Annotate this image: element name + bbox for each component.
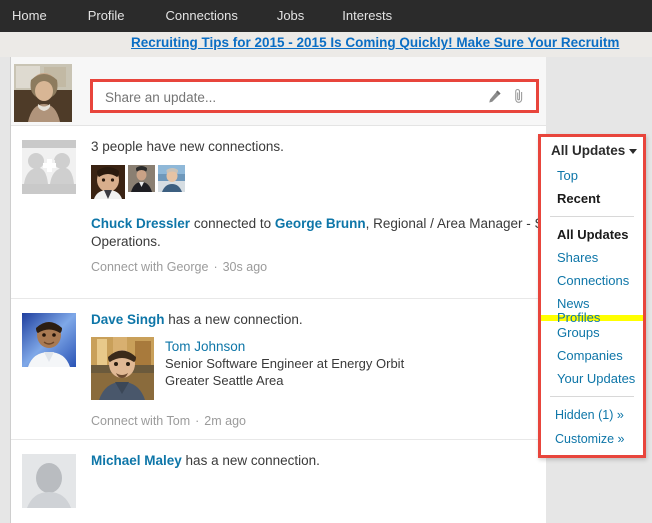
meta-separator-dot: · bbox=[195, 414, 200, 428]
sentence-tail-text: , Regional / Area Manager - Sal bbox=[365, 216, 554, 231]
dropdown-item-profiles[interactable]: Profiles bbox=[541, 311, 643, 324]
dropdown-item-companies[interactable]: Companies bbox=[541, 344, 643, 367]
connected-person-info: Tom Johnson Senior Software Engineer at … bbox=[165, 337, 404, 400]
target-name-link[interactable]: George Brunn bbox=[275, 216, 366, 231]
add-connections-placeholder-icon bbox=[22, 140, 76, 194]
avatar-thumb-1[interactable] bbox=[91, 165, 125, 204]
connection-sentence: Chuck Dressler connected to George Brunn… bbox=[91, 215, 561, 251]
dropdown-item-top[interactable]: Top bbox=[541, 164, 643, 187]
dropdown-divider bbox=[550, 216, 634, 217]
feed-item-body: 3 people have new connections. Chuck Dre… bbox=[91, 138, 554, 274]
sentence-line2-text: Operations. bbox=[91, 234, 161, 249]
connected-person-title: Senior Software Engineer at Energy Orbit bbox=[165, 356, 405, 371]
dropdown-item-profiles-wrap: Profiles bbox=[541, 311, 643, 324]
feed-headline: Michael Maley has a new connection. bbox=[91, 452, 538, 470]
share-action-icons bbox=[487, 88, 526, 104]
feed-headline: Dave Singh has a new connection. bbox=[91, 311, 538, 329]
feed-timestamp: 30s ago bbox=[222, 260, 268, 274]
sentence-mid-text: connected to bbox=[190, 216, 275, 231]
promo-banner-link[interactable]: Recruiting Tips for 2015 - 2015 Is Comin… bbox=[131, 35, 619, 50]
feed-item-michael-maley: Michael Maley has a new connection. bbox=[11, 440, 546, 508]
dropdown-item-all-updates[interactable]: All Updates bbox=[541, 223, 643, 246]
pencil-icon[interactable] bbox=[487, 89, 502, 104]
actor-name-link[interactable]: Chuck Dressler bbox=[91, 216, 190, 231]
actor-name-link[interactable]: Dave Singh bbox=[91, 312, 165, 327]
meta-separator-dot: · bbox=[213, 260, 218, 274]
connection-thumbnails bbox=[91, 165, 538, 204]
headline-rest-text: has a new connection. bbox=[164, 312, 303, 327]
feed-item-dave-singh: Dave Singh has a new connection. Tom Joh… bbox=[11, 299, 546, 440]
feed-item-body: Michael Maley has a new connection. bbox=[91, 452, 546, 470]
nav-item-interests[interactable]: Interests bbox=[342, 0, 392, 32]
main-content-column: 3 people have new connections. bbox=[11, 57, 554, 523]
connected-person-location: Greater Seattle Area bbox=[165, 373, 284, 388]
current-user-avatar[interactable] bbox=[14, 64, 72, 122]
dropdown-header[interactable]: All Updates bbox=[541, 137, 643, 164]
avatar-image bbox=[14, 64, 72, 122]
connected-person-card: Tom Johnson Senior Software Engineer at … bbox=[91, 337, 538, 400]
all-updates-dropdown[interactable]: All Updates Top Recent All Updates Share… bbox=[538, 134, 646, 458]
promo-banner: Recruiting Tips for 2015 - 2015 Is Comin… bbox=[0, 32, 652, 57]
avatar-thumb-2[interactable] bbox=[128, 165, 155, 197]
dropdown-divider bbox=[550, 396, 634, 397]
feed-item-body: Dave Singh has a new connection. Tom Joh… bbox=[91, 311, 546, 428]
feed-headline: 3 people have new connections. bbox=[91, 139, 284, 154]
nav-item-profile[interactable]: Profile bbox=[88, 0, 125, 32]
nav-item-home[interactable]: Home bbox=[12, 0, 47, 32]
paperclip-icon[interactable] bbox=[511, 88, 526, 104]
share-update-input[interactable] bbox=[105, 90, 435, 105]
feed-meta-row: Connect with Tom · 2m ago bbox=[91, 414, 538, 428]
dropdown-header-label: All Updates bbox=[551, 143, 626, 158]
headline-rest-text: has a new connection. bbox=[181, 453, 320, 468]
tom-johnson-photo[interactable] bbox=[91, 337, 154, 400]
connect-action-link[interactable]: Connect with Tom bbox=[91, 414, 190, 428]
dropdown-customize-link[interactable]: Customize » bbox=[541, 427, 643, 455]
actor-name-link[interactable]: Michael Maley bbox=[91, 453, 182, 468]
dropdown-item-shares[interactable]: Shares bbox=[541, 246, 643, 269]
feed-meta-row: Connect with George · 30s ago bbox=[91, 260, 538, 274]
dropdown-item-your-updates[interactable]: Your Updates bbox=[541, 367, 643, 390]
connected-person-name[interactable]: Tom Johnson bbox=[165, 338, 404, 355]
avatar-thumb-3[interactable] bbox=[158, 165, 185, 197]
dave-singh-avatar[interactable] bbox=[22, 313, 76, 367]
michael-maley-avatar[interactable] bbox=[22, 454, 76, 508]
nav-item-connections[interactable]: Connections bbox=[166, 0, 238, 32]
feed-timestamp: 2m ago bbox=[204, 414, 246, 428]
share-update-row bbox=[11, 57, 546, 126]
chevron-down-icon bbox=[629, 148, 638, 154]
share-update-box[interactable] bbox=[90, 79, 539, 113]
connect-action-link[interactable]: Connect with George bbox=[91, 260, 208, 274]
nav-item-jobs[interactable]: Jobs bbox=[277, 0, 304, 32]
dropdown-item-recent[interactable]: Recent bbox=[541, 187, 643, 210]
dropdown-hidden-link[interactable]: Hidden (1) » bbox=[541, 403, 643, 427]
dropdown-item-connections[interactable]: Connections bbox=[541, 269, 643, 292]
dropdown-item-groups[interactable]: Groups bbox=[541, 321, 643, 344]
feed-item-connections-roundup: 3 people have new connections. Chuck Dre… bbox=[11, 126, 554, 299]
top-navigation-bar: Home Profile Connections Jobs Interests bbox=[0, 0, 652, 32]
